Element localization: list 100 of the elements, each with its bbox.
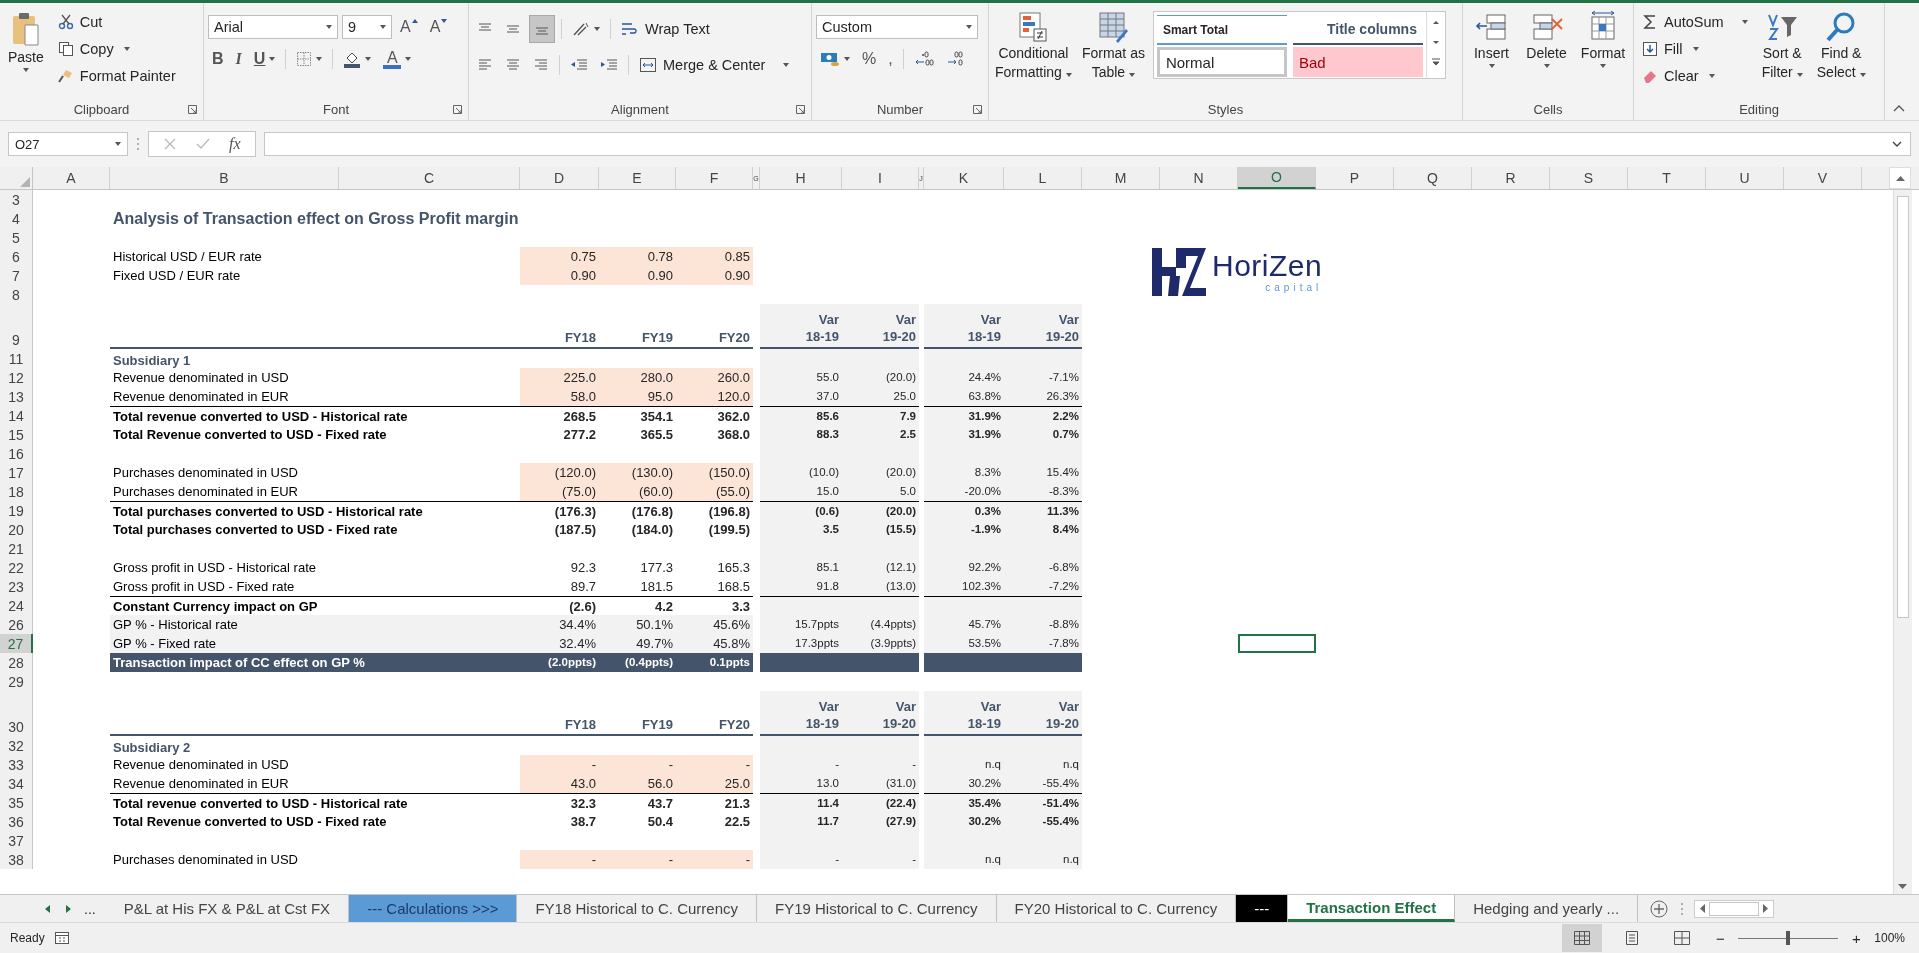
column-header[interactable]: M [1082,167,1160,189]
font-family-select[interactable]: Arial [208,15,338,39]
row-header[interactable]: 35 [0,793,33,812]
cells-button[interactable]: Delete [1522,7,1571,72]
name-box[interactable]: O27 [8,132,128,156]
column-header[interactable]: S [1550,167,1628,189]
scroll-down-icon[interactable] [1898,884,1907,890]
row-header[interactable]: 24 [0,596,33,615]
zoom-out-button[interactable]: − [1712,929,1729,947]
row-header[interactable]: 26 [0,615,33,634]
scroll-up-icon[interactable] [1895,175,1905,181]
cell-style-option[interactable]: Title columns [1292,15,1423,45]
cut-button[interactable]: Cut [53,9,180,34]
check-icon[interactable] [195,137,211,151]
cells-button[interactable]: Insert [1467,7,1516,72]
insert-function-button[interactable]: fx [229,135,241,153]
format-painter-button[interactable]: Format Painter [53,63,180,88]
paste-button[interactable]: Paste [4,7,48,76]
column-header[interactable]: O [1238,167,1316,189]
row-header[interactable]: 28 [0,653,33,672]
row-header[interactable]: 3 [0,190,33,209]
row-header[interactable]: 6 [0,247,33,266]
cell-style-option[interactable]: Smart Total [1156,15,1287,45]
previous-sheet-icon[interactable] [44,903,52,914]
launcher-icon[interactable] [453,104,462,114]
row-header[interactable]: 22 [0,558,33,577]
row-header[interactable]: 7 [0,266,33,285]
row-header[interactable]: 16 [0,444,33,463]
find-select-button[interactable]: Find & Select [1812,7,1870,85]
collapse-ribbon-icon[interactable] [1893,104,1905,112]
column-header[interactable]: E [599,167,676,189]
row-header[interactable]: 9 [0,304,33,349]
sort-filter-button[interactable]: Sort & Filter [1757,7,1807,85]
row-header[interactable]: 21 [0,539,33,558]
column-header[interactable]: U [1706,167,1784,189]
row-header[interactable]: 5 [0,228,33,247]
column-header[interactable]: I [842,167,919,189]
column-header[interactable]: V [1784,167,1862,189]
cell-style-option[interactable]: Bad [1292,47,1423,77]
macro-record-icon[interactable] [54,932,69,944]
conditional-formatting-button[interactable]: Conditional Formatting [993,7,1074,85]
sheet-tab[interactable]: --- Calculations >>> [349,895,518,922]
format-as-table-button[interactable]: Format as Table [1079,7,1147,85]
column-header[interactable]: D [520,167,599,189]
row-header[interactable]: 19 [0,501,33,520]
column-header[interactable]: H [760,167,842,189]
row-header[interactable]: 8 [0,285,33,304]
column-header[interactable]: B [110,167,339,189]
column-header[interactable]: T [1628,167,1706,189]
launcher-icon[interactable] [188,104,197,114]
row-header[interactable]: 17 [0,463,33,482]
column-header[interactable]: R [1472,167,1550,189]
row-header[interactable]: 15 [0,425,33,444]
font-color-button[interactable]: A [379,47,416,71]
grow-font-button[interactable]: A [396,15,422,39]
row-header[interactable]: 32 [0,736,33,755]
row-header[interactable]: 4 [0,209,33,228]
row-header[interactable]: 20 [0,520,33,539]
launcher-icon[interactable] [796,104,805,114]
underline-button[interactable]: U [249,47,280,71]
row-header[interactable]: 18 [0,482,33,501]
column-header[interactable]: L [1004,167,1082,189]
cell-style-option[interactable]: Normal [1156,47,1287,77]
fill-button[interactable]: Fill [1638,36,1752,61]
active-cell[interactable] [1238,634,1316,653]
cells-button[interactable]: Format [1577,7,1629,72]
row-header[interactable]: 34 [0,774,33,793]
next-sheet-icon[interactable] [64,903,72,914]
wrap-text-button[interactable]: Wrap Text [617,16,714,42]
merge-center-button[interactable]: Merge & Center [635,52,794,78]
percent-button[interactable]: % [858,47,881,71]
row-header[interactable]: 13 [0,387,33,406]
column-header[interactable]: C [339,167,520,189]
more-sheets-button[interactable]: ... [78,900,106,917]
copy-button[interactable]: Copy [53,36,180,61]
row-header[interactable]: 38 [0,850,33,869]
shrink-font-button[interactable]: A [425,15,452,39]
row-header[interactable]: 36 [0,812,33,831]
formula-input[interactable] [263,132,1911,156]
zoom-level[interactable]: 100% [1874,931,1905,945]
comma-button[interactable]: , [884,47,897,71]
number-format-select[interactable]: Custom [816,15,978,39]
zoom-in-button[interactable]: + [1848,929,1865,947]
row-header[interactable]: 33 [0,755,33,774]
row-header[interactable]: 27 [0,634,33,653]
launcher-icon[interactable] [973,104,982,114]
scroll-right-icon[interactable] [1763,904,1770,913]
font-size-select[interactable]: 9 [342,15,392,39]
row-header[interactable]: 29 [0,672,33,691]
column-header[interactable]: K [924,167,1004,189]
vertical-scrollbar[interactable] [1893,190,1912,894]
row-header[interactable]: 23 [0,577,33,596]
expand-icon[interactable] [1892,141,1902,147]
row-header[interactable]: 12 [0,368,33,387]
column-header[interactable]: Q [1394,167,1472,189]
view-button[interactable] [1562,924,1603,952]
row-header[interactable]: 11 [0,349,33,368]
scroll-left-icon[interactable] [1699,904,1706,913]
sheet-tab[interactable]: Transaction Effect [1288,895,1456,922]
row-header[interactable]: 14 [0,406,33,425]
